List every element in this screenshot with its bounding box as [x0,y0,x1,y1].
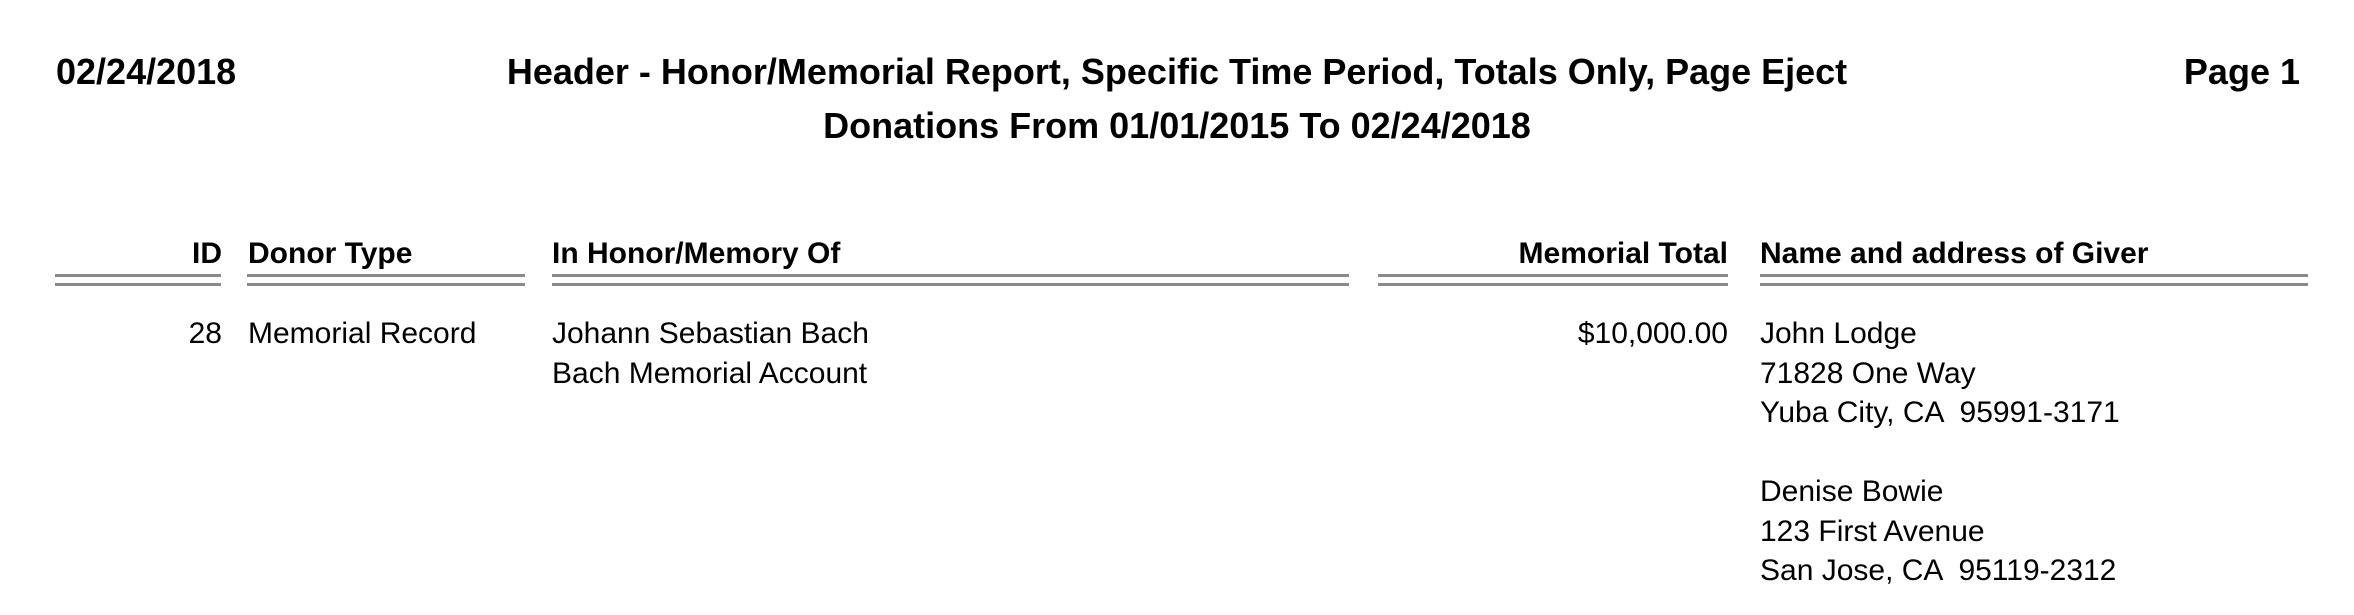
column-rule-giver [1760,274,2308,286]
column-header-honor-memory-of: In Honor/Memory Of [552,237,841,270]
giver-street: 71828 One Way [1760,356,1976,390]
row-id: 28 [188,317,222,350]
page-number: Page 1 [2183,51,2300,92]
giver-city-state-zip: San Jose, CA 95119-2312 [1760,554,2117,587]
giver-street: 123 First Avenue [1760,514,1985,548]
column-rule-donor-type [247,274,525,286]
row-honor-memory-of: Johann Sebastian Bach Bach Memorial Acco… [552,314,869,393]
column-rule-honor-memory-of [552,274,1349,286]
honoree-name: Johann Sebastian Bach [552,317,869,350]
giver-address-block: John Lodge 71828 One Way Yuba City, CA 9… [1760,314,2120,433]
giver-name: Denise Bowie [1760,475,1944,508]
report-title-container: Header - Honor/Memorial Report, Specific… [0,50,2354,94]
column-rule-memorial-total [1378,274,1728,286]
column-header-donor-type: Donor Type [248,237,413,270]
giver-address-block: Denise Bowie 123 First Avenue San Jose, … [1760,472,2120,591]
report-subtitle: Donations From 01/01/2015 To 02/24/2018 [823,105,1531,146]
row-memorial-total: $10,000.00 [1577,317,1728,350]
row-givers: John Lodge 71828 One Way Yuba City, CA 9… [1760,314,2120,591]
row-donor-type: Memorial Record [248,317,477,350]
report-subtitle-container: Donations From 01/01/2015 To 02/24/2018 [0,104,2354,148]
giver-city-state-zip: Yuba City, CA 95991-3171 [1760,396,2120,429]
report-title: Header - Honor/Memorial Report, Specific… [506,51,1848,92]
column-header-id: ID [192,237,222,270]
memorial-account: Bach Memorial Account [552,356,868,390]
column-rule-id [55,274,221,286]
column-header-giver: Name and address of Giver [1760,237,2149,270]
giver-name: John Lodge [1760,317,1917,350]
report-date: 02/24/2018 [56,51,237,92]
column-header-memorial-total: Memorial Total [1518,237,1728,270]
